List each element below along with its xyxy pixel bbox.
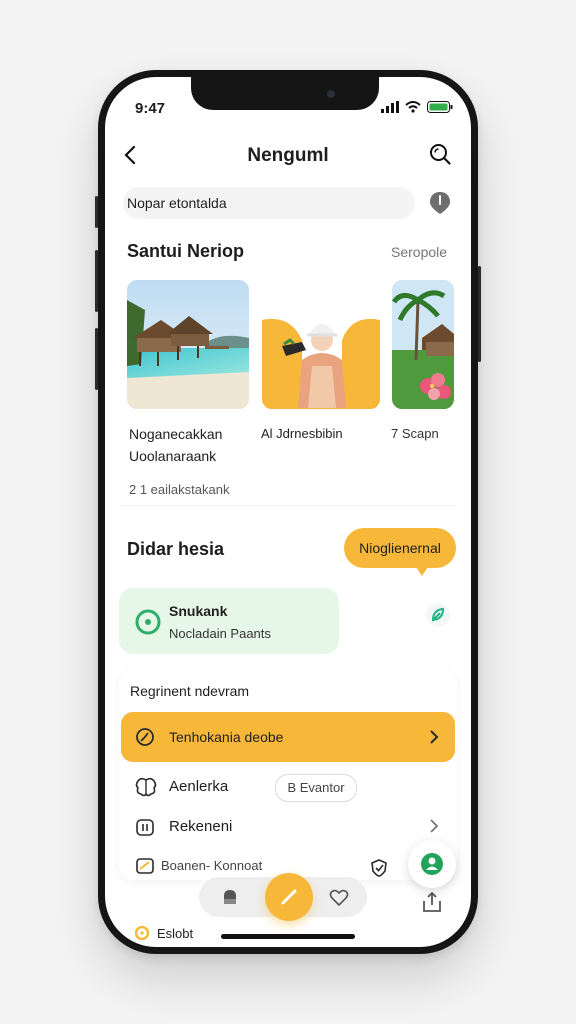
highlight-row-label: Tenhokania deobe — [169, 729, 284, 745]
chat-bubble[interactable]: Nioglienernal — [344, 528, 456, 576]
status-icons — [381, 101, 453, 113]
location-pin-icon[interactable] — [428, 191, 452, 215]
card-caption-1: Noganecakkan Uoolanaraank — [129, 423, 222, 467]
list-heading: Regrinent ndevram — [130, 683, 250, 699]
garden-photo — [392, 280, 454, 409]
see-all-link[interactable]: Seropole — [391, 244, 447, 260]
home-indicator[interactable] — [221, 934, 355, 939]
pencil-icon — [281, 889, 297, 905]
list-item-aenlerka[interactable]: Aenlerka — [169, 778, 228, 795]
card-caption-2: Al Jdrnesbibin — [261, 426, 343, 441]
mute-switch — [95, 196, 98, 228]
section-title-santui: Santui Neriop — [127, 241, 245, 261]
chevron-right-icon[interactable] — [429, 819, 439, 833]
bag-icon[interactable] — [220, 887, 240, 907]
power-button — [478, 266, 481, 362]
person-photo — [262, 280, 380, 409]
volume-down-button — [95, 328, 98, 390]
heart-icon[interactable] — [329, 888, 349, 908]
highlight-row[interactable]: Tenhokania deobe — [121, 712, 455, 762]
create-fab-button[interactable] — [265, 873, 313, 921]
screen: 9:47 Nenguml Nopar etontalda Santui Neri… — [105, 77, 471, 947]
section-meta: 2 1 eailakstakank — [129, 482, 230, 497]
camera-dot — [327, 90, 335, 98]
card-caption-3: 7 Scapn — [391, 426, 439, 441]
coin-icon — [135, 926, 149, 940]
chevron-right-icon — [430, 730, 439, 744]
compass-icon — [136, 728, 154, 746]
circle-status-icon — [135, 609, 161, 635]
status-card[interactable]: Snukank Nocladain Paants — [119, 588, 339, 654]
footer-label[interactable]: Eslobt — [157, 926, 193, 941]
status-time: 9:47 — [135, 100, 166, 117]
search-icon[interactable] — [429, 143, 451, 165]
chat-fab-button[interactable] — [408, 840, 456, 888]
list-item-boanen[interactable]: Boanen- Konnoat — [161, 858, 262, 873]
share-icon[interactable] — [421, 891, 443, 913]
page-title: Nenguml — [247, 145, 329, 166]
tag-chip[interactable]: B Evantor — [275, 774, 357, 802]
volume-up-button — [95, 250, 98, 312]
search-input[interactable]: Nopar etontalda — [123, 187, 415, 219]
divider — [119, 505, 457, 506]
battery-icon — [427, 101, 453, 113]
wifi-icon — [405, 101, 421, 113]
profile-chat-icon — [421, 853, 443, 875]
card-caption-1-line1: Noganecakkan — [129, 426, 223, 442]
beach-photo — [127, 280, 249, 409]
card-image-beach[interactable] — [127, 280, 249, 409]
card-image-person[interactable] — [262, 280, 380, 409]
book-icon — [136, 819, 154, 836]
list-item-rekeneni[interactable]: Rekeneni — [169, 818, 232, 835]
phone-frame: 9:47 Nenguml Nopar etontalda Santui Neri… — [95, 70, 481, 954]
brain-icon — [135, 777, 157, 797]
tag-icon — [136, 858, 154, 874]
leaf-icon[interactable] — [425, 602, 451, 628]
section-title-didar: Didar hesia — [127, 539, 225, 559]
notch — [191, 77, 379, 110]
card-image-garden[interactable] — [392, 280, 454, 409]
status-card-subtitle: Nocladain Paants — [169, 626, 271, 641]
signal-icon — [381, 101, 399, 113]
shield-check-icon[interactable] — [369, 858, 389, 878]
card-caption-1-line2: Uoolanaraank — [129, 448, 217, 464]
status-card-title: Snukank — [169, 603, 228, 619]
